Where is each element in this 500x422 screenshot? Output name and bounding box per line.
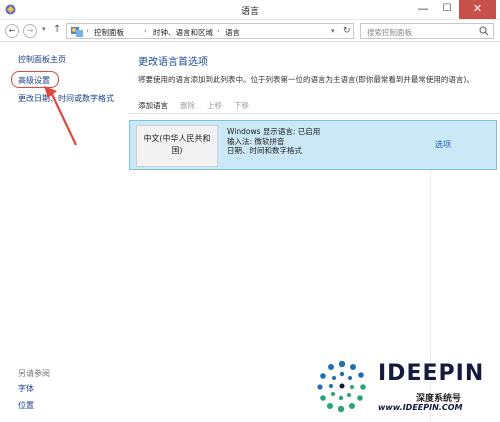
recent-locations-chevron-icon[interactable]: ▾ [42, 25, 46, 33]
language-info: Windows 显示语言: 已启用 输入法: 微软拼音 日期、时间和数字格式 [227, 127, 320, 156]
font-link[interactable]: 字体 [18, 383, 34, 394]
search-placeholder: 搜索控制面板 [367, 28, 412, 37]
breadcrumb-separator: › [217, 27, 220, 35]
control-panel-icon [71, 27, 83, 37]
ideepin-logo-icon [317, 360, 366, 413]
remove-button[interactable]: 删除 [180, 100, 195, 111]
add-language-button[interactable]: 添加语言 [138, 100, 168, 111]
forward-button[interactable]: → [23, 24, 37, 38]
language-row[interactable]: 中文(中华人民共和国) Windows 显示语言: 已启用 输入法: 微软拼音 … [129, 120, 497, 170]
language-toolbar: 添加语言 删除 上移 下移 [128, 96, 500, 114]
breadcrumb-clock-language-region[interactable]: 时钟、语言和区域 [153, 27, 213, 38]
input-method: 输入法: 微软拼音 [227, 136, 285, 146]
breadcrumb-separator: › [86, 27, 89, 35]
address-bar[interactable]: › 控制面板 › 时钟、语言和区域 › 语言 ▾ ↻ [66, 23, 354, 39]
refresh-icon[interactable]: ↻ [343, 26, 351, 36]
back-button[interactable]: ← [5, 24, 19, 38]
watermark: IDEEPIN 深度系统号 www.IDEEPIN.COM [312, 355, 500, 422]
advanced-settings-link[interactable]: 高级设置 [18, 75, 50, 86]
watermark-brand: IDEEPIN [378, 361, 485, 386]
move-up-button[interactable]: 上移 [207, 100, 222, 111]
see-also-heading: 另请参阅 [18, 369, 50, 378]
page-description: 将要使用的语言添加到此列表中。位于列表第一位的语言为主语言(即你最常看到并最常使… [138, 75, 474, 84]
breadcrumb-separator: › [144, 27, 147, 35]
address-dropdown-icon[interactable]: ▾ [331, 27, 335, 35]
title-bar: 语言 — ☐ ✕ [0, 0, 500, 20]
options-link[interactable]: 选项 [435, 139, 451, 150]
control-panel-home-link[interactable]: 控制面板主页 [18, 54, 66, 65]
search-input[interactable]: 搜索控制面板 [360, 23, 494, 39]
format-info: 日期、时间和数字格式 [227, 146, 302, 155]
close-button[interactable]: ✕ [459, 0, 496, 19]
language-name-box[interactable]: 中文(中华人民共和国) [136, 125, 218, 167]
display-language-status: Windows 显示语言: 已启用 [227, 127, 321, 136]
change-date-time-format-link[interactable]: 更改日期、时间或数字格式 [18, 93, 114, 104]
search-icon[interactable] [479, 26, 489, 36]
left-pane: 控制面板主页 高级设置 更改日期、时间或数字格式 另请参阅 字体 位置 [0, 43, 128, 422]
location-link[interactable]: 位置 [18, 400, 34, 411]
move-down-button[interactable]: 下移 [234, 100, 249, 111]
page-title: 更改语言首选项 [138, 57, 208, 68]
up-button[interactable]: ↑ [53, 24, 61, 35]
breadcrumb-control-panel[interactable]: 控制面板 [94, 27, 124, 38]
breadcrumb-language[interactable]: 语言 [225, 27, 240, 38]
watermark-url: www.IDEEPIN.COM [378, 403, 463, 412]
maximize-button[interactable]: ☐ [435, 0, 459, 19]
minimize-button[interactable]: — [411, 0, 435, 19]
language-name: 中文(中华人民共和国) [143, 134, 211, 155]
navigation-bar: ← → ▾ ↑ › 控制面板 › 时钟、语言和区域 › 语言 ▾ ↻ 搜索控制面… [0, 20, 500, 42]
